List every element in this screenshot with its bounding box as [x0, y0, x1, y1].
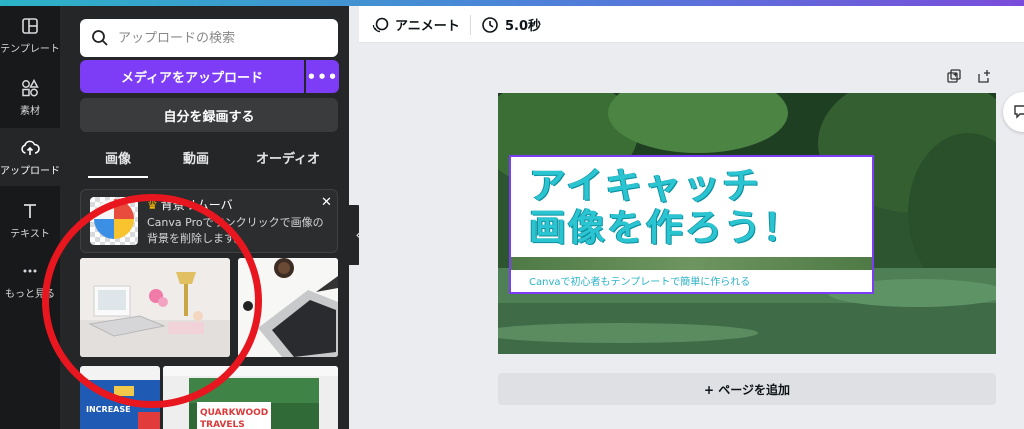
- annotation-circle: [42, 194, 262, 408]
- upload-media-button[interactable]: メディアをアップロード: [80, 60, 304, 93]
- search-box[interactable]: [80, 19, 338, 57]
- editor-toolbar: アニメート 5.0秒: [359, 6, 1024, 43]
- animate-icon: [372, 17, 389, 32]
- animate-label: アニメート: [395, 19, 460, 34]
- toolbar-divider: [470, 15, 471, 35]
- tab-audio[interactable]: オーディオ: [248, 148, 328, 178]
- add-page-button[interactable]: + ページを追加: [498, 373, 996, 405]
- close-icon[interactable]: ✕: [321, 195, 332, 210]
- thumb-banner-text: INCREASE: [86, 405, 131, 414]
- comment-icon: [1014, 105, 1024, 119]
- thumb-title-line1: QUARKWOOD: [200, 408, 268, 418]
- title-card[interactable]: アイキャッチ 画像を作ろう！ Canvaで初心者もテンプレートで簡単に作られる: [509, 155, 874, 294]
- duplicate-page-icon[interactable]: [946, 68, 962, 84]
- left-rail: テンプレート 素材 アップロード テキスト もっと見る: [0, 6, 60, 429]
- page-actions: [946, 68, 992, 84]
- clock-icon: [482, 16, 498, 33]
- thumb-title-line2: TRAVELS: [200, 420, 245, 429]
- upload-more-button[interactable]: •••: [306, 60, 339, 93]
- rail-item-templates[interactable]: テンプレート: [0, 6, 60, 64]
- search-icon: [92, 30, 108, 46]
- animate-button[interactable]: アニメート: [371, 6, 460, 43]
- duration-label: 5.0秒: [505, 19, 542, 34]
- text-icon: [24, 203, 36, 218]
- more-dots-icon: [23, 269, 37, 272]
- design-title-line2: 画像を作ろう！: [529, 206, 802, 249]
- design-subtitle[interactable]: Canvaで初心者もテンプレートで簡単に作られる: [529, 273, 750, 288]
- template-icon: [22, 17, 38, 34]
- media-tabs: 画像 動画 オーディオ: [80, 148, 338, 178]
- search-input[interactable]: [118, 30, 318, 46]
- design-title-line1: アイキャッチ: [529, 164, 762, 207]
- rail-item-label: テキスト: [10, 228, 50, 240]
- rail-item-uploads[interactable]: アップロード: [0, 128, 60, 186]
- add-page-icon[interactable]: [976, 68, 992, 84]
- rail-item-label: アップロード: [0, 165, 60, 177]
- record-yourself-button[interactable]: 自分を録画する: [80, 98, 338, 132]
- tab-images[interactable]: 画像: [88, 148, 148, 178]
- card-green-strip: [511, 257, 872, 270]
- rail-item-label: 素材: [20, 105, 40, 117]
- elements-icon: [22, 78, 39, 96]
- design-title[interactable]: アイキャッチ 画像を作ろう！: [529, 165, 802, 249]
- tab-videos[interactable]: 動画: [166, 148, 226, 178]
- rail-item-elements[interactable]: 素材: [0, 68, 60, 126]
- duration-button[interactable]: 5.0秒: [481, 6, 541, 43]
- upload-cloud-icon: [21, 140, 40, 155]
- rail-item-text[interactable]: テキスト: [0, 191, 60, 249]
- rail-item-label: テンプレート: [0, 43, 60, 55]
